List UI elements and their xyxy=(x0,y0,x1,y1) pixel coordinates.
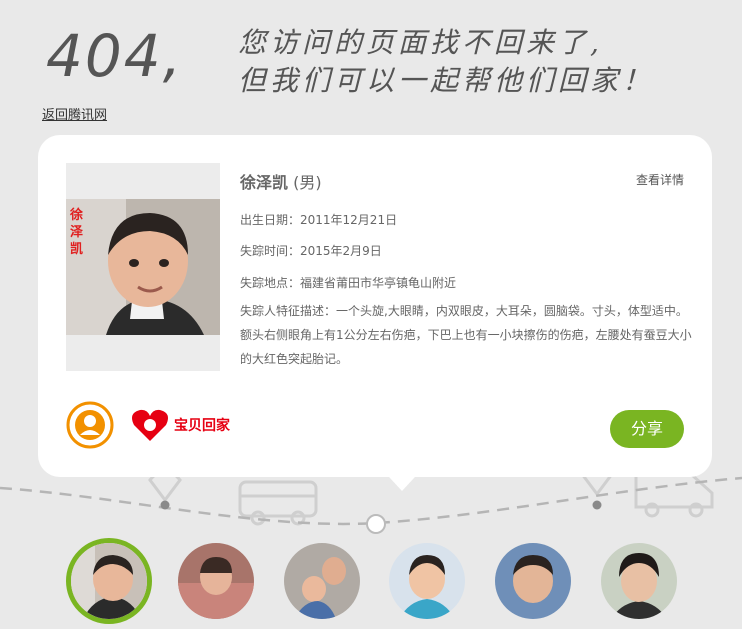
photo-caption: 徐泽凯 xyxy=(70,208,84,257)
header-line-2: 但我们可以一起帮他们回家！ xyxy=(238,64,655,97)
view-details-link[interactable]: 查看详情 xyxy=(636,171,684,188)
thumbnail-5-image xyxy=(495,543,571,619)
back-to-tencent-link[interactable]: 返回腾讯网 xyxy=(42,104,107,123)
logo2-text: 宝贝回家 xyxy=(174,418,230,434)
header-line-1: 您访问的页面找不回来了, xyxy=(238,26,603,59)
thumbnail-strip xyxy=(0,538,742,629)
thumbnail-6[interactable] xyxy=(601,543,677,619)
missing-place: 失踪地点：福建省莆田市华亭镇龟山附近 xyxy=(240,276,457,290)
thumbnail-3-image xyxy=(284,543,360,619)
card-pointer xyxy=(378,465,426,491)
birth-date: 出生日期：2011年12月21日 xyxy=(240,213,398,227)
header-message: 您访问的页面找不回来了, 但我们可以一起帮他们回家！ xyxy=(238,24,654,100)
feature-description: 失踪人特征描述：一个头旋,大眼睛，内双眼皮，大耳朵，圆脑袋。寸头，体型适中。额头… xyxy=(240,304,692,366)
charity-logo-icon xyxy=(66,401,114,449)
share-button[interactable]: 分享 xyxy=(610,410,684,448)
child-name: 徐泽凯 xyxy=(240,173,289,192)
thumbnail-3[interactable] xyxy=(284,543,360,619)
thumbnail-4[interactable] xyxy=(389,543,465,619)
thumbnail-2[interactable] xyxy=(178,543,254,619)
thumbnail-1[interactable] xyxy=(66,538,152,624)
thumbnail-6-image xyxy=(601,543,677,619)
thumbnail-2-image xyxy=(178,543,254,619)
error-code: 404, xyxy=(46,22,184,90)
thumbnail-5[interactable] xyxy=(495,543,571,619)
heart-logo-icon xyxy=(132,409,168,441)
missing-time: 失踪时间：2015年2月9日 xyxy=(240,244,382,258)
thumbnail-1-image xyxy=(71,543,147,619)
baobei-huijia-logo: 宝贝回家 xyxy=(130,405,234,445)
thumbnail-4-image xyxy=(389,543,465,619)
child-photo-frame: 徐泽凯 xyxy=(66,163,220,371)
road-marker xyxy=(366,514,386,534)
child-gender: (男) xyxy=(293,173,322,192)
missing-child-card: 徐泽凯 徐泽凯 (男) 查看详情 出生日期：2011年12月21日 失踪时间：2… xyxy=(38,135,712,491)
child-name-row: 徐泽凯 (男) xyxy=(240,169,322,193)
